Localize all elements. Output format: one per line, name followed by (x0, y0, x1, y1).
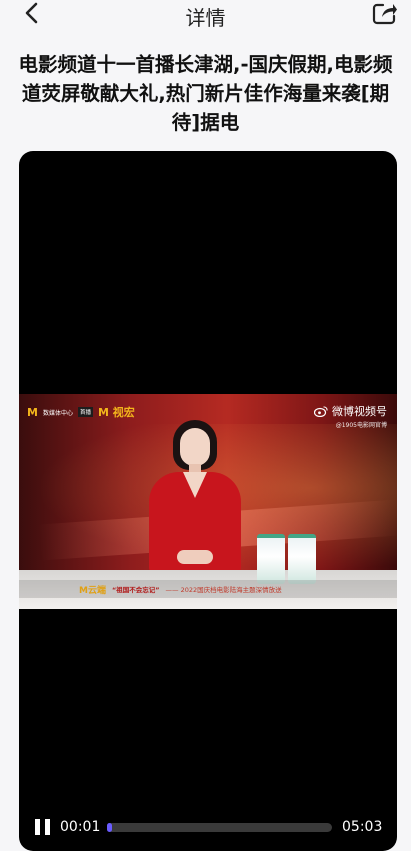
weibo-icon (314, 405, 328, 417)
video-player[interactable]: M 数媒体中心 首播 M 视宏 微博视频号 @1905电影网官博 M云端 “祖国… (19, 151, 397, 851)
pause-icon (35, 819, 40, 835)
watermark-title: 微博视频号 (332, 405, 387, 418)
pause-button[interactable] (34, 818, 52, 836)
channel-logos: M 数媒体中心 首播 M 视宏 (27, 404, 135, 420)
top-nav-bar: 详情 (0, 0, 411, 30)
news-ticker: M云端 “祖国不会忘记” —— 2022国庆档电影陆海主题深情放送 (19, 580, 397, 598)
premiere-badge: 首播 (77, 407, 93, 417)
progress-fill (107, 823, 112, 832)
article-title: 电影频道十一首播长津湖,-国庆假期,电影频道荧屏敬献大礼,热门新片佳作海量来袭[… (18, 53, 393, 134)
playback-controls: 00:01 05:03 (19, 818, 397, 842)
page-title: 详情 (185, 6, 226, 30)
share-button[interactable] (371, 0, 399, 26)
ticker-quote: “祖国不会忘记” (111, 586, 160, 594)
watermark-subtitle: @1905电影网官博 (335, 422, 387, 429)
ticker-text: —— 2022国庆档电影陆海主题深情放送 (165, 586, 282, 594)
current-time: 00:01 (60, 819, 101, 835)
share-icon (372, 3, 397, 25)
duration-time: 05:03 (342, 819, 383, 835)
product-cans (257, 534, 319, 584)
weibo-watermark: 微博视频号 @1905电影网官博 (314, 403, 387, 429)
progress-slider[interactable] (107, 823, 332, 832)
media-center-label: 数媒体中心 (42, 409, 73, 417)
brand-label: M 视宏 (97, 406, 135, 419)
news-anchor-figure (143, 420, 253, 585)
video-frame[interactable]: M 数媒体中心 首播 M 视宏 微博视频号 @1905电影网官博 M云端 “祖国… (19, 394, 397, 609)
ticker-brand: M云端 (79, 585, 106, 596)
media-logo-icon: M (27, 405, 38, 419)
